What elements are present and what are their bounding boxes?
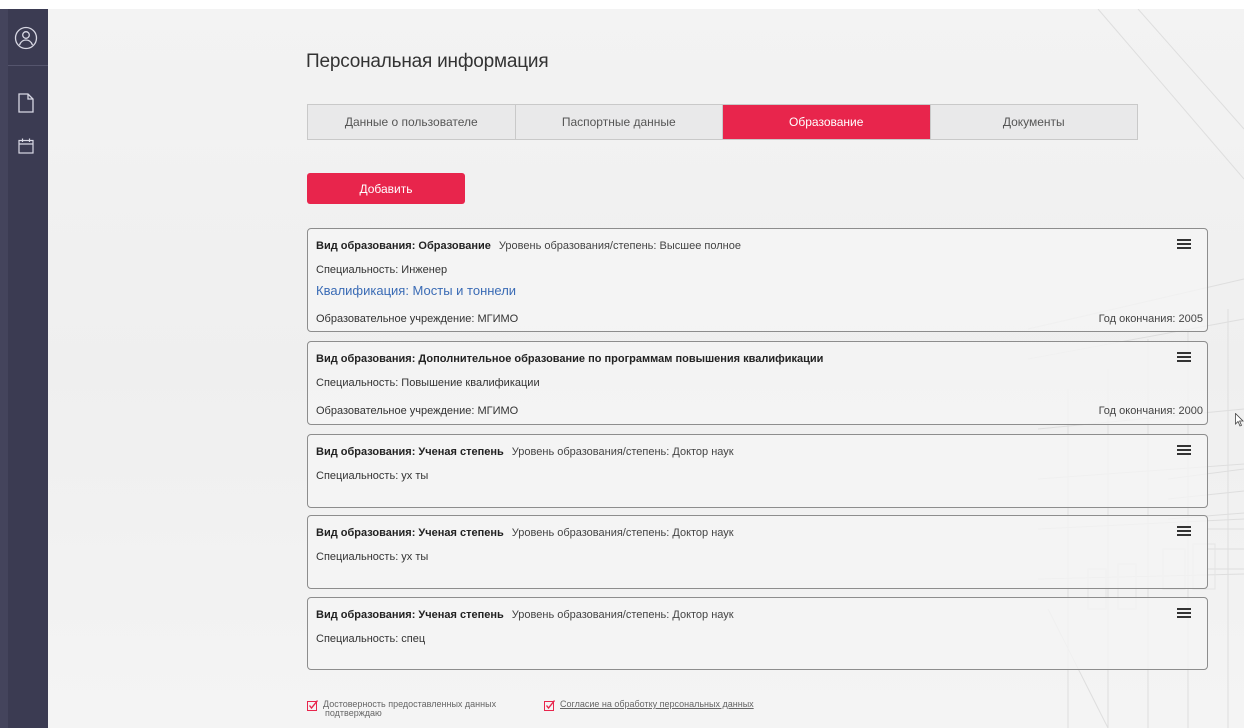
education-type: Вид образования: Дополнительное образова… [316,353,824,365]
menu-icon[interactable] [1177,445,1191,455]
personal-data-consent-checkbox[interactable]: Согласие на обработку персональных данны… [544,700,754,711]
education-type: Вид образования: Ученая степень [316,609,504,621]
personal-data-consent-link[interactable]: Согласие на обработку персональных данны… [560,700,754,709]
user-circle-icon[interactable] [14,26,38,50]
education-card: Вид образования: Ученая степень Уровень о… [307,515,1208,589]
page-title: Персональная информация [306,51,549,72]
specialty: Специальность: ух ты [316,470,429,482]
main-content: Персональная информация Данные о пользов… [48,9,1244,728]
education-level: Уровень образования/степень: Доктор наук [511,609,734,621]
education-type: Вид образования: Образование [316,240,491,252]
menu-icon[interactable] [1177,526,1191,536]
add-button[interactable]: Добавить [307,173,465,204]
checkbox-checked-icon [544,700,555,711]
mouse-cursor-icon [1235,413,1244,427]
education-card: Вид образования: Дополнительное образова… [307,341,1208,425]
institution: Образовательное учреждение: МГИМО [316,313,519,325]
sidebar-divider [8,65,48,66]
sidebar [0,9,48,728]
tab-documents[interactable]: Документы [931,105,1138,139]
education-card: Вид образования: Ученая степень Уровень о… [307,434,1208,508]
document-icon[interactable] [18,93,34,113]
tab-user-data[interactable]: Данные о пользователе [308,105,516,139]
tab-bar: Данные о пользователе Паспортные данные … [307,104,1138,140]
education-card: Вид образования: Образование Уровень обра… [307,228,1208,332]
menu-icon[interactable] [1177,352,1191,362]
menu-icon[interactable] [1177,608,1191,618]
checkbox-checked-icon [307,700,318,711]
tab-education[interactable]: Образование [723,105,931,139]
qualification-link[interactable]: Квалификация: Мосты и тоннели [316,283,516,298]
data-accuracy-label-line2: подтверждаю [325,708,382,718]
specialty: Специальность: ух ты [316,551,429,563]
graduation-year: Год окончания: 2005 [1098,313,1203,325]
graduation-year: Год окончания: 2000 [1098,405,1203,417]
menu-icon[interactable] [1177,239,1191,249]
education-type: Вид образования: Ученая степень [316,527,504,539]
education-level: Уровень образования/степень: Высшее полн… [498,240,741,252]
specialty: Специальность: спец [316,633,426,645]
calendar-icon[interactable] [18,138,34,154]
tab-passport-data[interactable]: Паспортные данные [516,105,723,139]
data-accuracy-checkbox[interactable]: Достоверность предоставленных данных под… [307,700,496,718]
specialty: Специальность: Повышение квалификации [316,377,540,389]
sidebar-edge [0,9,8,728]
institution: Образовательное учреждение: МГИМО [316,405,519,417]
top-strip [0,0,1244,9]
education-type: Вид образования: Ученая степень [316,446,504,458]
specialty: Специальность: Инженер [316,264,448,276]
education-level: Уровень образования/степень: Доктор наук [511,527,734,539]
education-card: Вид образования: Ученая степень Уровень о… [307,597,1208,670]
education-level: Уровень образования/степень: Доктор наук [511,446,734,458]
